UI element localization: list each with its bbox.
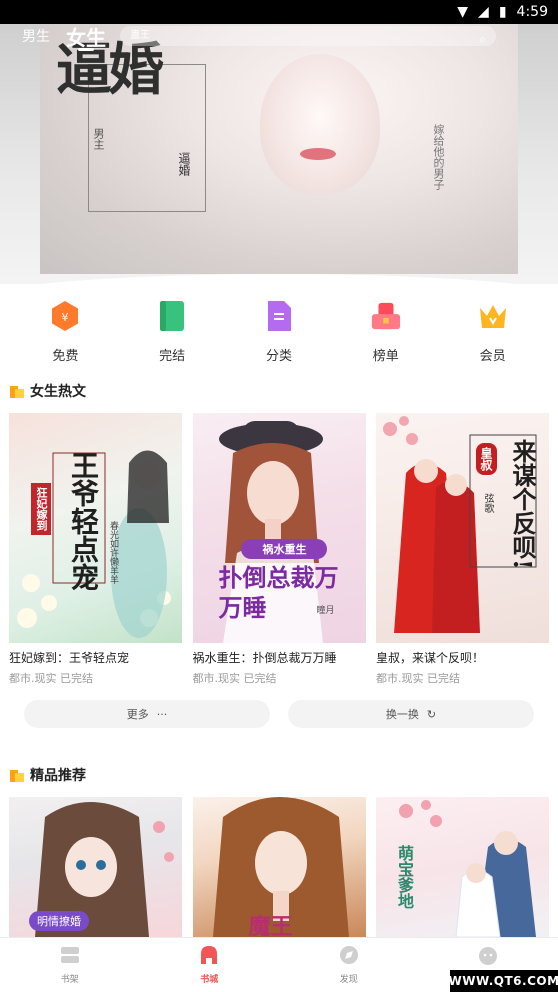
book-cover: 明情撩婚 (9, 797, 182, 937)
svg-text:¥: ¥ (62, 311, 69, 324)
category-label: 分类 (265, 349, 292, 364)
crown-icon (478, 300, 508, 332)
nav-bookstore[interactable]: 书城 (159, 938, 259, 992)
book-cover: 王爷轻点宠 狂妃嫁到 春光如许懒羊羊 (9, 413, 182, 643)
category-vip[interactable]: 会员 (453, 300, 533, 366)
book-cover: 祸水重生 扑倒总裁万万睡 瞳月 (192, 413, 366, 643)
refresh-button[interactable]: 换一换 ↻ (288, 700, 534, 728)
hero-curve (0, 274, 558, 284)
category-row: ¥ 免费 完结 分类 榜单 会员 (0, 300, 558, 366)
battery-icon: ▮ (498, 4, 507, 20)
section-title: 女生热文 (30, 384, 86, 400)
book-title: 狂妃嫁到：王爷轻点宠 (9, 651, 130, 665)
hot-book-list: 王爷轻点宠 狂妃嫁到 春光如许懒羊羊 狂妃嫁到：王爷轻点宠 都市.现实 已完结 … (0, 413, 558, 686)
bookstore-icon (198, 944, 220, 966)
category-finished[interactable]: 完结 (132, 300, 212, 366)
book-title: 皇叔，来谋个反呗！ (376, 651, 485, 665)
nav-label: 发现 (339, 975, 358, 985)
hero-cover-author: 男主 (92, 128, 105, 150)
category-label: 完结 (159, 349, 186, 364)
ranking-icon (371, 300, 401, 332)
book-cover: 魔王 (192, 797, 366, 937)
nav-bookshelf[interactable]: 书架 (20, 938, 120, 992)
discover-icon (338, 944, 360, 966)
book-card[interactable]: 魔王 (192, 797, 366, 937)
category-label: 会员 (479, 349, 506, 364)
featured-book-list: 明情撩婚 魔王 萌宝爹地 (0, 797, 558, 937)
tab-active-indicator (78, 48, 94, 51)
book-cover-title: 萌宝爹地 (395, 845, 414, 909)
search-input[interactable]: 蛊王 ⌕ (120, 26, 496, 46)
category-classify[interactable]: 分类 (239, 300, 319, 366)
hero-lips-illustration (300, 148, 336, 160)
nav-label: 书城 (200, 975, 219, 985)
wifi-icon: ▼ (457, 4, 469, 20)
book-cover-author: 弦歌 (482, 493, 493, 513)
tab-female[interactable]: 女生 (66, 22, 106, 51)
book-meta: 都市.现实 已完结 (192, 672, 277, 685)
book-card[interactable]: 祸水重生 扑倒总裁万万睡 瞳月 祸水重生：扑倒总裁万万睡 都市.现实 已完结 (192, 413, 366, 686)
more-button[interactable]: 更多 ··· (24, 700, 270, 728)
book-cover-title: 来谋个反呗! (508, 439, 537, 570)
hero-side-text: 嫁给他的男子 (432, 124, 445, 190)
category-label: 榜单 (372, 349, 399, 364)
book-cover-tag: 皇叔 (476, 443, 497, 475)
book-meta: 都市.现实 已完结 (9, 672, 93, 685)
status-bar: ▼ ◢ ▮ 4:59 (0, 0, 558, 24)
book-cover-title: 魔王 (248, 914, 293, 937)
section-hot-header: 女生热文 (10, 381, 86, 401)
category-ranking[interactable]: 榜单 (346, 300, 426, 366)
book-cover-tag: 狂妃嫁到 (31, 483, 51, 535)
book-cover-author: 瞳月 (316, 606, 335, 616)
profile-icon (477, 944, 499, 966)
hero-banner[interactable]: 逼婚 男主 逼婚 嫁给他的男子 (0, 24, 558, 284)
more-dots-icon: ··· (156, 707, 168, 721)
nav-label: 书架 (60, 975, 79, 985)
book-cover-title: 明情撩婚 (29, 911, 89, 931)
section-title: 精品推荐 (30, 768, 86, 784)
status-time: 4:59 (516, 4, 548, 20)
book-icon (157, 300, 187, 332)
search-icon[interactable]: ⌕ (479, 29, 486, 49)
document-icon (264, 300, 294, 332)
book-card[interactable]: 明情撩婚 (9, 797, 182, 937)
book-cover-author: 春光如许懒羊羊 (108, 521, 118, 584)
book-card[interactable]: 萌宝爹地 (376, 797, 549, 937)
bookshelf-icon (59, 944, 81, 966)
category-label: 免费 (52, 349, 79, 364)
signal-icon: ◢ (478, 4, 489, 20)
more-label: 更多 (126, 708, 149, 721)
section-flag-icon (10, 768, 24, 782)
book-cover-title: 王爷轻点宠 (67, 451, 100, 591)
tab-male[interactable]: 男生 (22, 26, 50, 46)
book-cover: 萌宝爹地 (376, 797, 549, 937)
hot-section-actions: 更多 ··· 换一换 ↻ (24, 700, 534, 728)
refresh-label: 换一换 (385, 708, 419, 721)
hero-face-illustration (260, 54, 380, 194)
search-placeholder: 蛊王 (130, 30, 150, 41)
section-flag-icon (10, 384, 24, 398)
book-title: 祸水重生：扑倒总裁万万睡 (192, 651, 337, 665)
book-card[interactable]: 来谋个反呗! 皇叔 弦歌 皇叔，来谋个反呗！ 都市.现实 已完结 (376, 413, 549, 686)
book-card[interactable]: 王爷轻点宠 狂妃嫁到 春光如许懒羊羊 狂妃嫁到：王爷轻点宠 都市.现实 已完结 (9, 413, 182, 686)
book-cover: 来谋个反呗! 皇叔 弦歌 (376, 413, 549, 643)
watermark: WWW.QT6.COM (448, 970, 558, 992)
top-nav: 男生 女生 蛊王 ⌕ (0, 22, 558, 51)
section-featured-header: 精品推荐 (10, 765, 86, 785)
category-free[interactable]: ¥ 免费 (25, 300, 105, 366)
book-cover-tag: 祸水重生 (262, 543, 307, 556)
hero-cover-subtitle: 逼婚 (177, 152, 191, 176)
book-meta: 都市.现实 已完结 (376, 672, 460, 685)
nav-discover[interactable]: 发现 (299, 938, 399, 992)
refresh-icon: ↻ (426, 707, 437, 721)
coin-hexagon-icon: ¥ (50, 300, 80, 332)
